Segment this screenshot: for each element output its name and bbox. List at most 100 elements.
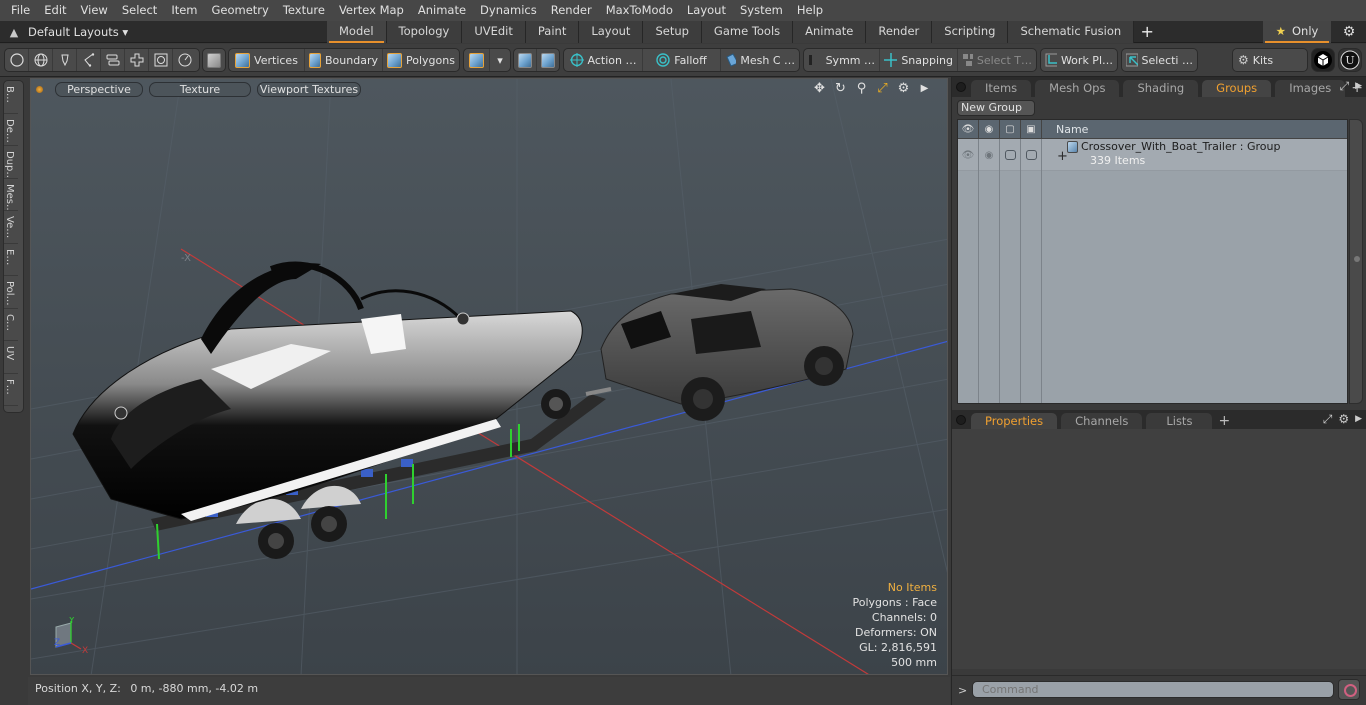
tab-mesh-ops[interactable]: Mesh Ops	[1035, 80, 1120, 97]
menu-animate[interactable]: Animate	[411, 0, 473, 21]
action-center-icon[interactable]	[514, 49, 537, 71]
menu-maxtomodo[interactable]: MaxToModo	[599, 0, 680, 21]
name-column-header[interactable]: Name	[1042, 123, 1088, 136]
vtab-polygon[interactable]: Pol…	[4, 276, 18, 309]
action-center-button[interactable]: Action …	[564, 49, 643, 71]
viewport-expand-arrow-icon[interactable]: ▶	[916, 81, 933, 97]
tab-properties[interactable]: Properties	[971, 413, 1058, 430]
menu-help[interactable]: Help	[790, 0, 830, 21]
item-mode-cube-icon[interactable]	[203, 49, 225, 71]
tab-images[interactable]: Images	[1275, 80, 1346, 97]
bridge-tool-icon[interactable]	[101, 49, 125, 71]
work-plane-button[interactable]: Work Pl…	[1041, 49, 1117, 71]
maximize-viewport-icon[interactable]: ⤢	[874, 81, 891, 97]
uv-unwrap-icon[interactable]	[125, 49, 149, 71]
tab-paint[interactable]: Paint	[525, 21, 580, 43]
expand-properties-icon[interactable]: ⤢	[1323, 412, 1333, 427]
sphere-tool-icon[interactable]	[5, 49, 29, 71]
select-through-button[interactable]: Select T…	[958, 49, 1036, 71]
menu-texture[interactable]: Texture	[276, 0, 332, 21]
vtab-uv[interactable]: UV	[4, 341, 18, 374]
viewport-options-dot-icon[interactable]	[36, 85, 43, 93]
snapping-button[interactable]: Snapping	[880, 49, 958, 71]
visibility-eye-icon[interactable]: 👁	[958, 120, 979, 138]
vertices-mode-button[interactable]: Vertices	[229, 49, 305, 71]
menu-edit[interactable]: Edit	[37, 0, 73, 21]
new-group-button[interactable]: New Group	[957, 100, 1035, 116]
vtab-duplicate[interactable]: Dup…	[4, 146, 18, 179]
add-properties-tab-button[interactable]: +	[1218, 413, 1230, 430]
row-render-icon[interactable]: ◉	[979, 139, 1000, 171]
menu-item[interactable]: Item	[164, 0, 204, 21]
tab-animate[interactable]: Animate	[793, 21, 867, 43]
pivot-icon[interactable]	[537, 49, 559, 71]
tab-scripting[interactable]: Scripting	[932, 21, 1009, 43]
boundary-mode-button[interactable]: Boundary	[305, 49, 383, 71]
pan-move-icon[interactable]: ✥	[811, 81, 828, 97]
tab-schematic-fusion[interactable]: Schematic Fusion	[1008, 21, 1135, 43]
view-mode-dropdown[interactable]: Perspective	[55, 81, 143, 97]
tab-game-tools[interactable]: Game Tools	[701, 21, 794, 43]
unreal-button[interactable]: U	[1338, 48, 1362, 72]
vtab-edge[interactable]: E…	[4, 244, 18, 276]
modo-cube-button[interactable]	[1311, 48, 1335, 72]
panel-arrow-icon[interactable]: ▶	[1355, 79, 1362, 94]
add-tab-button[interactable]: +	[1134, 21, 1160, 43]
pen-tool-icon[interactable]	[53, 49, 77, 71]
groups-scrollbar[interactable]	[1349, 119, 1363, 404]
selection-sets-button[interactable]: Selecti …	[1122, 49, 1197, 71]
viewport-settings-gear-icon[interactable]: ⚙	[895, 81, 912, 97]
vtab-basic[interactable]: B…	[4, 81, 18, 114]
tab-render[interactable]: Render	[866, 21, 933, 43]
panel-menu-dot-icon[interactable]	[956, 82, 966, 92]
row-visibility-eye-icon[interactable]: 👁	[958, 139, 979, 171]
select-cube-icon[interactable]: ▣	[1021, 120, 1042, 138]
menu-system[interactable]: System	[733, 0, 790, 21]
tab-items[interactable]: Items	[971, 80, 1032, 97]
properties-gear-icon[interactable]: ⚙	[1338, 412, 1349, 427]
mesh-constraint-button[interactable]: Mesh C …	[721, 49, 799, 71]
menu-vertex-map[interactable]: Vertex Map	[332, 0, 411, 21]
curve-tool-icon[interactable]	[77, 49, 101, 71]
rotate-view-icon[interactable]: ↻	[832, 81, 849, 97]
group-row[interactable]: 👁 ◉ + Crossover_With_Boat_Trailer : Grou…	[958, 139, 1347, 171]
tab-setup[interactable]: Setup	[643, 21, 702, 43]
row-select-checkbox[interactable]	[1025, 150, 1037, 160]
tab-topology[interactable]: Topology	[386, 21, 463, 43]
viewport-textures-dropdown[interactable]: Viewport Textures	[257, 81, 361, 97]
radial-tool-icon[interactable]	[173, 49, 197, 71]
menu-view[interactable]: View	[74, 0, 115, 21]
menu-dynamics[interactable]: Dynamics	[473, 0, 544, 21]
tab-channels[interactable]: Channels	[1061, 413, 1143, 430]
expand-panel-icon[interactable]: ⤢	[1339, 79, 1349, 94]
loop-slice-icon[interactable]	[149, 49, 173, 71]
mode-dropdown-arrow-icon[interactable]: ▾	[490, 49, 510, 71]
menu-render[interactable]: Render	[544, 0, 599, 21]
menu-geometry[interactable]: Geometry	[205, 0, 276, 21]
zoom-magnifier-icon[interactable]: ⚲	[853, 81, 870, 97]
vtab-deform[interactable]: De…	[4, 114, 18, 146]
default-layouts-dropdown[interactable]: Default Layouts ▾	[28, 25, 128, 39]
vtab-vertex[interactable]: Ve…	[4, 211, 18, 244]
menu-select[interactable]: Select	[115, 0, 164, 21]
tab-uvedit[interactable]: UVEdit	[462, 21, 526, 43]
vtab-fusion[interactable]: F…	[4, 374, 18, 406]
lock-cube-outline-icon[interactable]: ▢	[1000, 120, 1021, 138]
gear-icon[interactable]: ⚙	[1338, 21, 1360, 43]
row-lock-checkbox[interactable]	[1004, 150, 1016, 160]
vtab-mesh-edit[interactable]: Mes…	[4, 179, 18, 211]
vtab-curve[interactable]: C…	[4, 309, 18, 341]
tab-shading[interactable]: Shading	[1123, 80, 1199, 97]
menu-layout[interactable]: Layout	[680, 0, 733, 21]
tab-layout[interactable]: Layout	[579, 21, 644, 43]
collapse-up-icon[interactable]: ▲	[0, 26, 28, 39]
polygons-mode-button[interactable]: Polygons	[383, 49, 459, 71]
material-mode-icon[interactable]	[464, 49, 490, 71]
tab-model[interactable]: Model	[327, 21, 387, 43]
shading-mode-dropdown[interactable]: Texture	[149, 81, 251, 97]
properties-menu-dot-icon[interactable]	[956, 415, 966, 425]
3d-viewport[interactable]: -X Perspective Texture Viewport Textures…	[30, 78, 948, 675]
render-camera-icon[interactable]: ◉	[979, 120, 1000, 138]
properties-arrow-icon[interactable]: ▶	[1355, 412, 1362, 427]
command-input[interactable]	[972, 681, 1334, 698]
